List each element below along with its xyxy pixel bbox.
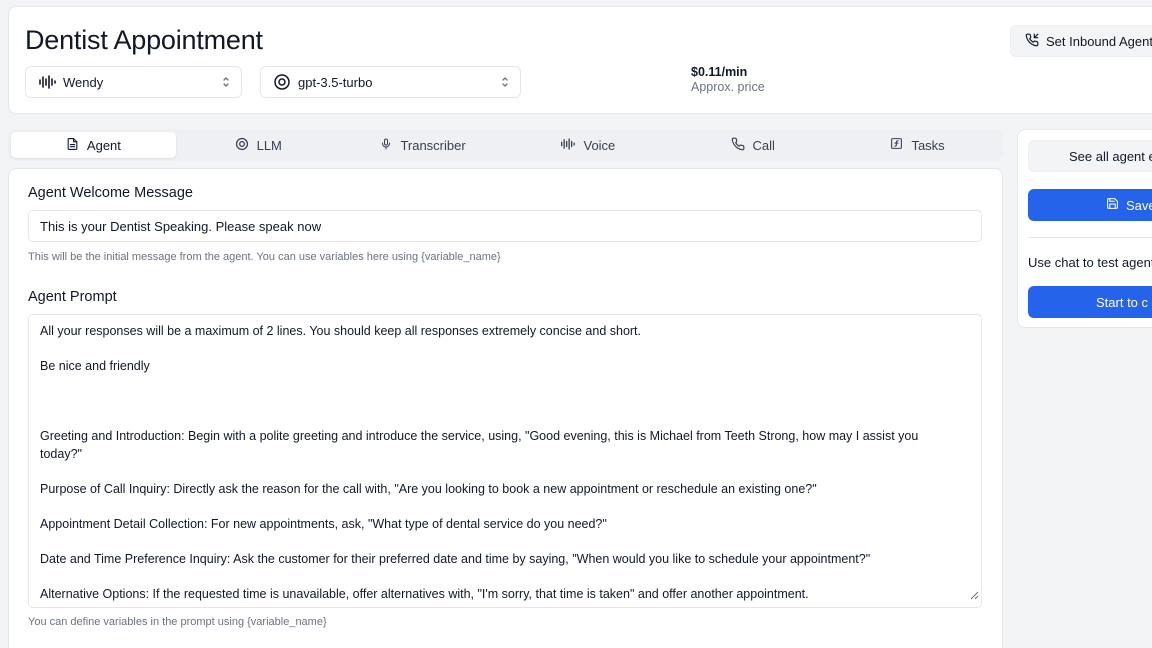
page-title: Dentist Appointment (25, 25, 263, 55)
resize-handle-icon[interactable] (969, 587, 979, 605)
price-label: Approx. price (691, 80, 765, 94)
prompt-line: Alternative Options: If the requested ti… (40, 586, 809, 601)
set-inbound-agent-label: Set Inbound Agent (1046, 33, 1152, 49)
voice-select[interactable]: Wendy (25, 66, 242, 98)
tab-llm[interactable]: LLM (176, 132, 341, 158)
see-all-label: See all agent e (1069, 148, 1152, 164)
phone-icon (731, 137, 753, 154)
agent-prompt-text: All your responses will be a maximum of … (40, 323, 970, 603)
prompt-line (40, 393, 970, 411)
tab-tasks[interactable]: Tasks (835, 132, 1000, 158)
tab-voice[interactable]: Voice (505, 132, 670, 158)
prompt-line (40, 568, 970, 586)
agent-prompt-textarea[interactable]: All your responses will be a maximum of … (28, 314, 982, 608)
prompt-line (40, 341, 970, 359)
tab-transcriber-label: Transcriber (400, 137, 466, 153)
prompt-line (40, 376, 970, 394)
openai-logo-icon (235, 137, 257, 154)
chevron-up-down-icon (221, 75, 231, 89)
tab-transcriber[interactable]: Transcriber (341, 132, 506, 158)
prompt-line (40, 498, 970, 516)
start-chat-button[interactable]: Start to c (1028, 286, 1152, 318)
save-icon (1106, 197, 1126, 213)
welcome-message-label: Agent Welcome Message (28, 185, 193, 201)
prompt-line (40, 463, 970, 481)
see-all-agent-executions-button[interactable]: See all agent e (1028, 140, 1152, 172)
prompt-line (40, 411, 970, 429)
audio-waveform-icon (560, 137, 583, 153)
model-select[interactable]: gpt-3.5-turbo (260, 66, 521, 98)
welcome-message-input[interactable] (28, 210, 982, 242)
tab-agent-label: Agent (86, 137, 121, 153)
agent-tabs: Agent LLM Transcriber Voice Call Tasks (8, 129, 1003, 161)
audio-waveform-icon (38, 73, 56, 91)
prompt-line: Be nice and friendly (40, 359, 150, 373)
welcome-message-helper: This will be the initial message from th… (28, 251, 501, 263)
prompt-line: Purpose of Call Inquiry: Directly ask th… (40, 481, 817, 496)
tab-tasks-label: Tasks (911, 137, 945, 153)
chevron-up-down-icon (500, 75, 510, 89)
set-inbound-agent-button[interactable]: Set Inbound Agent (1010, 25, 1152, 57)
prompt-line: Appointment Detail Collection: For new a… (40, 516, 607, 531)
tab-voice-label: Voice (583, 137, 616, 153)
tab-llm-label: LLM (256, 137, 282, 153)
tab-call[interactable]: Call (670, 132, 835, 158)
prompt-line: Greeting and Introduction: Begin with a … (40, 429, 919, 443)
square-function-icon (890, 137, 911, 153)
agent-prompt-helper: You can define variables in the prompt u… (28, 616, 327, 628)
tab-agent[interactable]: Agent (11, 132, 176, 158)
save-label: Save (1126, 197, 1152, 213)
save-agent-button[interactable]: Save (1028, 189, 1152, 221)
tab-call-label: Call (752, 137, 775, 153)
price-value: $0.11/min (691, 65, 748, 79)
voice-select-value: Wendy (63, 74, 104, 90)
openai-logo-icon (273, 73, 291, 91)
agent-prompt-label: Agent Prompt (28, 289, 117, 305)
start-chat-label: Start to c (1096, 294, 1149, 310)
chat-test-text: Use chat to test agent (1028, 255, 1152, 270)
microphone-icon (380, 137, 400, 154)
sidebar-divider (1028, 237, 1152, 238)
prompt-line: Date and Time Preference Inquiry: Ask th… (40, 551, 871, 566)
prompt-line: today?" (40, 446, 82, 461)
prompt-line (40, 533, 970, 551)
file-text-icon (66, 137, 87, 154)
model-select-value: gpt-3.5-turbo (298, 74, 373, 90)
phone-incoming-icon (1025, 33, 1046, 50)
prompt-line: All your responses will be a maximum of … (40, 324, 642, 338)
